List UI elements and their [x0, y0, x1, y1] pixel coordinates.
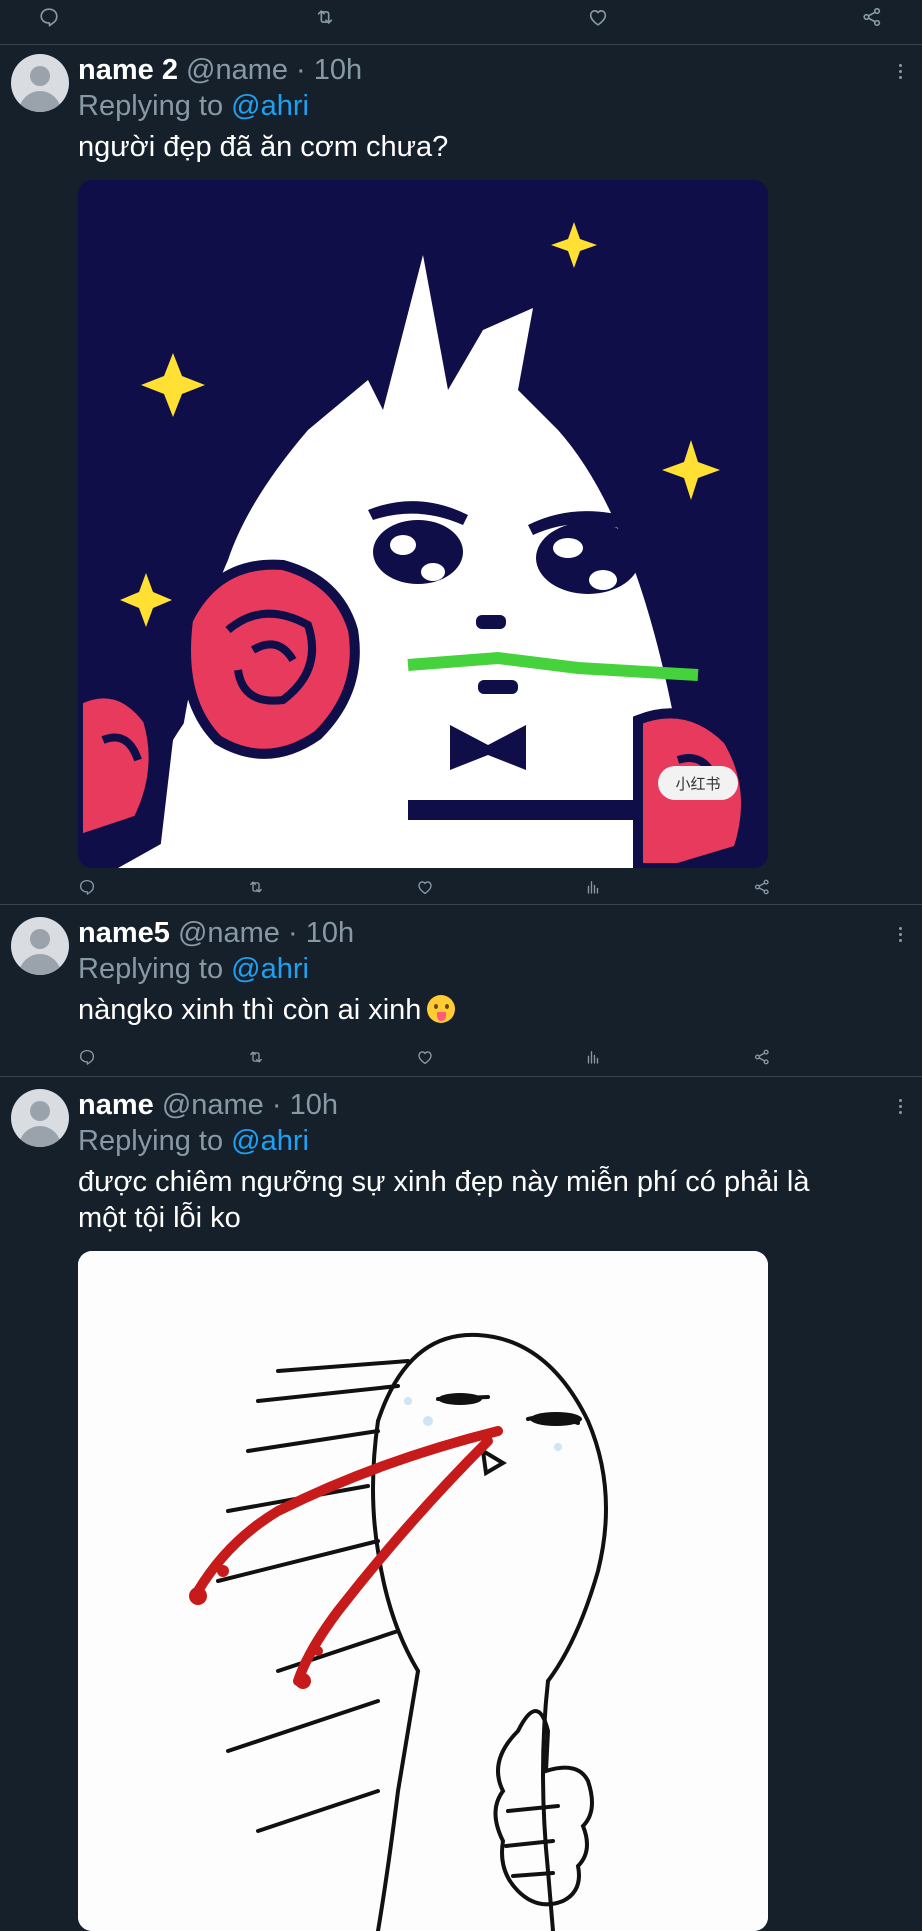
display-name[interactable]: name	[78, 1089, 154, 1121]
display-name[interactable]: name 2	[78, 54, 178, 86]
display-name[interactable]: name5	[78, 917, 170, 949]
top-action-bar	[0, 2, 922, 32]
retweet-icon[interactable]	[241, 872, 271, 902]
tweet-header: name @name · 10h	[78, 1087, 338, 1123]
tweet[interactable]: name @name · 10h Replying to @ahri được …	[0, 1087, 922, 1931]
tweet-image[interactable]: 小红书	[78, 180, 768, 868]
analytics-icon[interactable]	[578, 1042, 608, 1072]
handle-and-time: @name · 10h	[177, 917, 355, 949]
avatar[interactable]	[11, 917, 69, 975]
share-icon[interactable]	[857, 2, 887, 32]
tweet-action-bar	[0, 1042, 922, 1072]
replying-to: Replying to @ahri	[78, 88, 309, 124]
more-options-icon[interactable]	[890, 56, 910, 86]
image-watermark: 小红书	[675, 775, 720, 793]
divider	[0, 904, 922, 905]
tweet-text-line: một tội lỗi ko	[78, 1202, 241, 1234]
share-icon[interactable]	[747, 872, 777, 902]
replying-to: Replying to @ahri	[78, 1123, 309, 1159]
mention-link[interactable]: @ahri	[231, 90, 309, 122]
more-options-icon[interactable]	[890, 919, 910, 949]
like-icon[interactable]	[410, 1042, 440, 1072]
reply-icon[interactable]	[34, 2, 64, 32]
tweet[interactable]: name 2 @name · 10h Replying to @ahri ngư…	[0, 52, 922, 902]
tweet-header: name5 @name · 10h	[78, 915, 354, 951]
divider	[0, 1076, 922, 1077]
replying-prefix: Replying to	[78, 90, 224, 122]
tweet-text: được chiêm ngưỡng sự xinh đẹp này miễn p…	[78, 1164, 898, 1236]
tweet-text-line: được chiêm ngưỡng sự xinh đẹp này miễn p…	[78, 1166, 810, 1198]
share-icon[interactable]	[747, 1042, 777, 1072]
replying-prefix: Replying to	[78, 953, 224, 985]
mention-link[interactable]: @ahri	[231, 953, 309, 985]
divider	[0, 44, 922, 45]
handle-and-time: @name · 10h	[186, 54, 363, 86]
reply-icon[interactable]	[72, 1042, 102, 1072]
avatar[interactable]	[11, 54, 69, 112]
like-icon[interactable]	[410, 872, 440, 902]
nosebleed-thumbs-up-meme-image	[78, 1251, 768, 1931]
more-options-icon[interactable]	[890, 1091, 910, 1121]
tweet-image[interactable]	[78, 1251, 768, 1931]
tongue-out-emoji-icon	[427, 995, 456, 1023]
tweet-text-content: nàngko xinh thì còn ai xinh	[78, 994, 422, 1026]
replying-to: Replying to @ahri	[78, 951, 309, 987]
tweet-text: người đẹp đã ăn cơm chưa?	[78, 131, 449, 163]
tweet-text: nàngko xinh thì còn ai xinh	[78, 992, 898, 1028]
cat-with-rose-image: 小红书	[78, 180, 768, 868]
handle-and-time: @name · 10h	[161, 1089, 338, 1121]
avatar[interactable]	[11, 1089, 69, 1147]
analytics-icon[interactable]	[578, 872, 608, 902]
replying-prefix: Replying to	[78, 1125, 224, 1157]
like-icon[interactable]	[583, 2, 613, 32]
reply-icon[interactable]	[72, 872, 102, 902]
retweet-icon[interactable]	[241, 1042, 271, 1072]
tweet-action-bar	[0, 872, 922, 902]
mention-link[interactable]: @ahri	[231, 1125, 309, 1157]
retweet-icon[interactable]	[310, 2, 340, 32]
tweet[interactable]: name5 @name · 10h Replying to @ahri nàng…	[0, 915, 922, 1075]
tweet-header: name 2 @name · 10h	[78, 52, 362, 88]
